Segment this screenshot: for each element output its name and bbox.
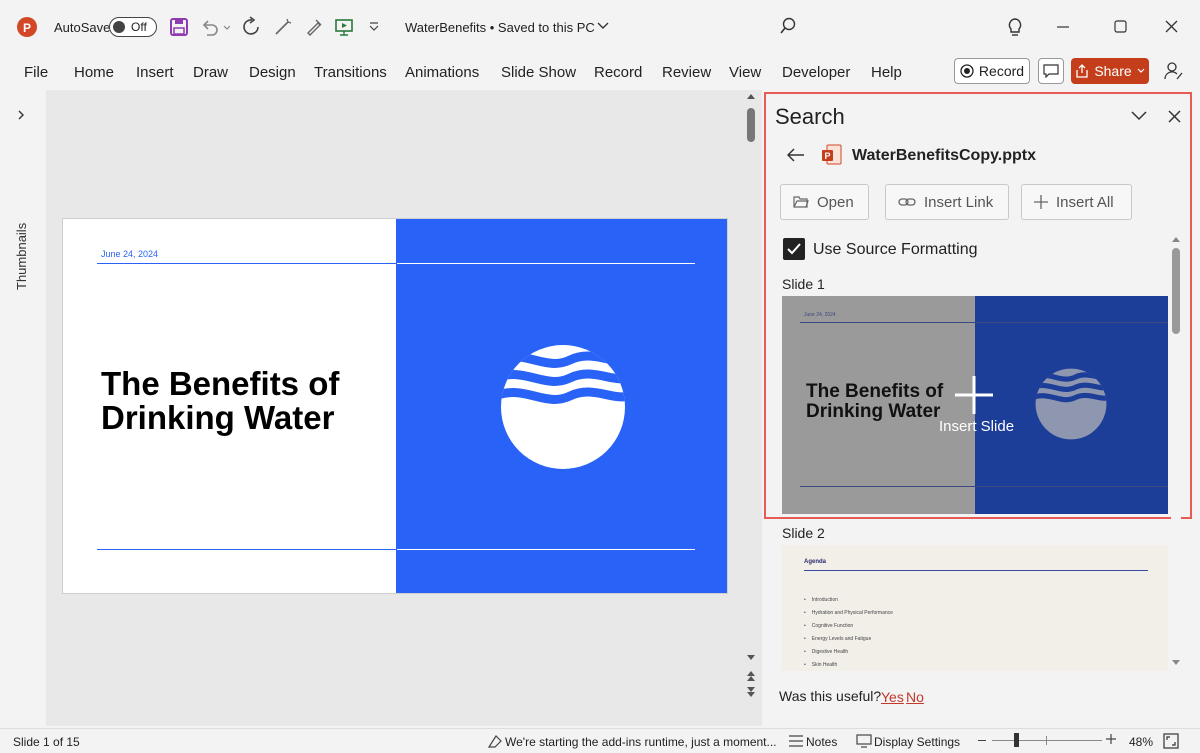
record-label: Record [978, 63, 1025, 79]
list-item: Energy Levels and Fatigue [804, 636, 893, 649]
search-icon[interactable] [779, 17, 797, 35]
thumb-2-heading: Agenda [804, 559, 827, 565]
thumbnails-label[interactable]: Thumbnails [14, 223, 29, 290]
slide-2-thumbnail[interactable]: Agenda Introduction Hydration and Physic… [782, 545, 1168, 671]
save-icon[interactable] [169, 17, 189, 37]
tab-transitions[interactable]: Transitions [314, 64, 387, 81]
thumbnails-strip: Thumbnails [0, 90, 46, 726]
list-item: Hydration and Physical Performance [804, 610, 893, 623]
addins-icon [487, 733, 503, 749]
undo-icon[interactable] [200, 17, 230, 37]
slide-2-label: Slide 2 [782, 525, 825, 541]
tab-review[interactable]: Review [662, 64, 711, 81]
expand-thumbnails-icon[interactable] [17, 110, 25, 120]
tab-file[interactable]: File [24, 64, 48, 81]
record-button[interactable]: Record [954, 58, 1030, 84]
coauthor-icon[interactable] [1163, 60, 1185, 82]
agenda-list: Introduction Hydration and Physical Perf… [804, 597, 893, 671]
close-window-icon[interactable] [1165, 20, 1178, 33]
chevron-down-icon[interactable] [597, 22, 609, 30]
comment-icon [1043, 64, 1059, 78]
scroll-up-icon[interactable] [746, 92, 756, 100]
tab-design[interactable]: Design [249, 64, 296, 81]
zoom-level[interactable]: 48% [1129, 735, 1153, 749]
zoom-slider-center-mark [1046, 736, 1047, 745]
record-icon [960, 64, 974, 78]
maximize-icon[interactable] [1114, 20, 1127, 33]
tab-view[interactable]: View [729, 64, 761, 81]
autosave-label: AutoSave [54, 20, 111, 35]
tab-draw[interactable]: Draw [193, 64, 228, 81]
status-bar: Slide 1 of 15 We're starting the add-ins… [0, 728, 1200, 753]
present-icon[interactable] [334, 17, 354, 37]
feedback-yes-link[interactable]: Yes [881, 689, 904, 705]
addins-status-message: We're starting the add-ins runtime, just… [505, 735, 777, 749]
share-button[interactable]: Share [1071, 58, 1149, 84]
tab-record[interactable]: Record [594, 64, 642, 81]
share-icon [1076, 64, 1088, 78]
chevron-down-icon [1137, 68, 1145, 73]
slide-counter[interactable]: Slide 1 of 15 [13, 735, 80, 749]
minimize-icon[interactable] [1057, 26, 1069, 28]
previous-slide-icon[interactable] [746, 670, 756, 682]
tab-home[interactable]: Home [74, 64, 114, 81]
editor-scroll-thumb[interactable] [747, 108, 755, 142]
zoom-slider-track[interactable] [992, 740, 1102, 741]
fit-to-window-icon[interactable] [1162, 732, 1180, 750]
powerpoint-logo-icon: P [17, 17, 37, 37]
list-item: Cognitive Function [804, 623, 893, 636]
slide-canvas[interactable]: June 24, 2024 The Benefits of Drinking W… [62, 218, 728, 594]
slide-top-rule-right [397, 263, 695, 264]
tab-developer[interactable]: Developer [782, 64, 850, 81]
tab-animations[interactable]: Animations [405, 64, 479, 81]
pane-scroll-thumb[interactable] [1172, 248, 1180, 334]
zoom-in-icon[interactable] [1106, 734, 1116, 744]
display-settings-icon [856, 734, 872, 748]
document-title[interactable]: WaterBenefits • Saved to this PC [405, 20, 595, 35]
scroll-down-icon[interactable] [746, 654, 756, 662]
display-settings-button[interactable]: Display Settings [874, 735, 960, 749]
slide-title[interactable]: The Benefits of Drinking Water [101, 367, 381, 435]
slide-top-rule [97, 263, 397, 264]
feedback-no-link[interactable]: No [906, 689, 924, 705]
notes-icon [788, 734, 804, 748]
slide-bottom-rule [97, 549, 397, 550]
redo-icon[interactable] [241, 16, 263, 38]
list-item: Introduction [804, 597, 893, 610]
autosave-toggle[interactable]: Off [109, 17, 157, 37]
autosave-state: Off [131, 20, 147, 34]
svg-text:P: P [23, 21, 31, 35]
highlight-frame [764, 92, 1192, 519]
next-slide-icon[interactable] [746, 686, 756, 698]
feedback-question: Was this useful? [779, 688, 882, 704]
customize-toolbar-icon[interactable] [368, 22, 380, 32]
title-bar: P AutoSave Off WaterBenefits • Saved to … [0, 0, 1200, 54]
pane-scroll-up-icon[interactable] [1172, 236, 1180, 242]
slide-bottom-rule-right [397, 549, 695, 550]
list-item: Skin Health [804, 662, 893, 671]
pane-scrollbar[interactable] [1171, 236, 1181, 670]
tab-slide-show[interactable]: Slide Show [501, 64, 576, 81]
editor-scrollbar[interactable] [746, 92, 756, 708]
list-item: Digestive Health [804, 649, 893, 662]
pen-icon[interactable] [304, 17, 324, 37]
slide-date: June 24, 2024 [101, 249, 159, 259]
comments-button[interactable] [1038, 58, 1064, 84]
thumb-2-rule [804, 570, 1148, 571]
magic-wand-icon[interactable] [273, 17, 293, 37]
zoom-slider-thumb[interactable] [1014, 733, 1019, 747]
share-label: Share [1094, 63, 1132, 79]
lightbulb-icon[interactable] [1006, 17, 1024, 37]
tab-insert[interactable]: Insert [136, 64, 174, 81]
water-logo-icon [500, 344, 626, 470]
zoom-out-icon[interactable] [978, 740, 986, 741]
notes-button[interactable]: Notes [806, 735, 837, 749]
tab-help[interactable]: Help [871, 64, 902, 81]
pane-scroll-down-icon[interactable] [1172, 660, 1180, 666]
